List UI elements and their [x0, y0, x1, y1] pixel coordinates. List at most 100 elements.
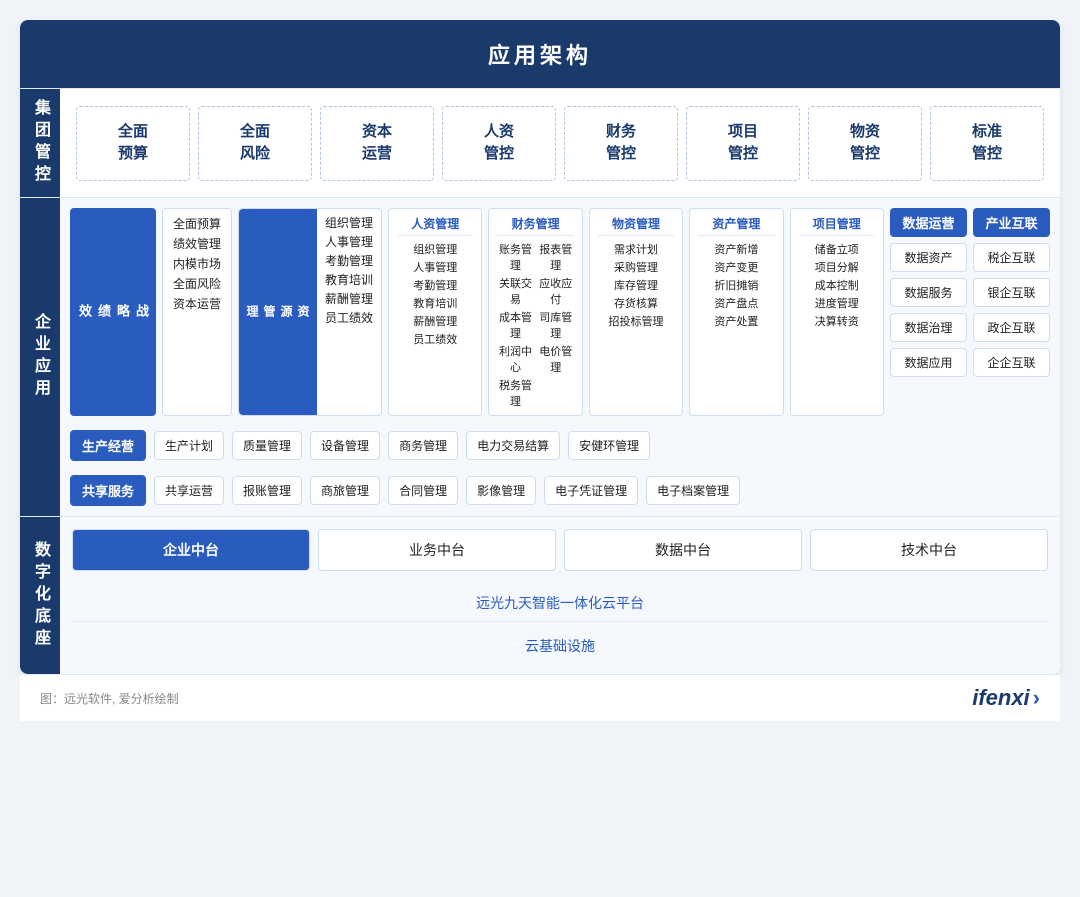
zl-item-4: 全面风险 — [173, 275, 221, 292]
caiwu-col2: 报表管理 应收应付 司库管理 电价管理 — [538, 241, 574, 409]
zichan-item-3: 折旧摊销 — [698, 277, 774, 293]
jituan-content: 全面预算 全面风险 资本运营 人资管控 财务管控 项目管控 物资管控 标准管控 — [60, 89, 1060, 197]
jt-item-8: 标准管控 — [930, 106, 1044, 181]
zichan-title: 资产管理 — [698, 215, 774, 236]
zy-item-4: 教育培训 — [325, 271, 373, 288]
side-blocks: 数据运营 产业互联 数据资产 税企互联 数据服务 银企互联 — [890, 208, 1050, 416]
jt-item-1: 全面预算 — [76, 106, 190, 181]
zl-item-2: 绩效管理 — [173, 235, 221, 252]
dz-link-1: 远光九天智能一体化云平台 — [72, 585, 1048, 622]
caiwu-c2-i4: 电价管理 — [538, 343, 574, 375]
jituan-label: 集团管控 — [20, 89, 60, 197]
chanye-header: 产业互联 — [973, 208, 1050, 237]
jt-item-4: 人资管控 — [442, 106, 556, 181]
qiye-inner: 战略绩效 全面预算 绩效管理 内模市场 全面风险 资本运营 资源管理 — [70, 208, 1050, 506]
zy-item-5: 薪酬管理 — [325, 290, 373, 307]
side-row-1: 数据资产 税企互联 — [890, 243, 1050, 272]
xiangmu-item-4: 进度管理 — [799, 295, 875, 311]
jt-item-2: 全面风险 — [198, 106, 312, 181]
page-wrapper: 应用架构 集团管控 全面预算 全面风险 资本运营 人资管控 财务管控 项目管控 … — [0, 0, 1080, 897]
zy-item-3: 考勤管理 — [325, 252, 373, 269]
gongxiang-row: 共享服务 共享运营 报账管理 商旅管理 合同管理 影像管理 电子凭证管理 电子档… — [70, 475, 1050, 506]
wuzi-items: 需求计划 采购管理 库存管理 存货核算 招投标管理 — [598, 241, 674, 329]
gongxiang-label: 共享服务 — [70, 475, 146, 506]
top-modules-row: 战略绩效 全面预算 绩效管理 内模市场 全面风险 资本运营 资源管理 — [70, 208, 1050, 416]
shuju-header: 数据运营 — [890, 208, 967, 237]
caiwu-c1-i1: 账务管理 — [497, 241, 533, 273]
ziyuan-block: 资源管理 组织管理 人事管理 考勤管理 教育培训 薪酬管理 员工绩效 — [238, 208, 382, 416]
zhanlve-block: 战略绩效 全面预算 绩效管理 内模市场 全面风险 资本运营 — [70, 208, 232, 416]
zichan-group: 资产管理 资产新增 资产变更 折旧摊销 资产盘点 资产处置 — [689, 208, 783, 416]
caiwu-title: 财务管理 — [497, 215, 573, 236]
caiwu-c2-i2: 应收应付 — [538, 275, 574, 307]
gx-item-2: 报账管理 — [232, 476, 302, 505]
side-row-2: 数据服务 银企互联 — [890, 278, 1050, 307]
shengchan-label: 生产经营 — [70, 430, 146, 461]
shuzi-label: 数字化底座 — [20, 517, 60, 674]
dz-link-2: 云基础设施 — [72, 630, 1048, 662]
shuju-item-3: 数据治理 — [890, 313, 967, 342]
jituan-section: 集团管控 全面预算 全面风险 资本运营 人资管控 财务管控 项目管控 物资管控 … — [20, 88, 1060, 197]
chanye-item-1: 税企互联 — [973, 243, 1050, 272]
jt-item-3: 资本运营 — [320, 106, 434, 181]
dz-platform-2: 业务中台 — [318, 529, 556, 571]
renzi-title: 人资管理 — [397, 215, 473, 236]
dz-platform-4: 技术中台 — [810, 529, 1048, 571]
zl-item-1: 全面预算 — [173, 215, 221, 232]
footer-note: 图：远光软件, 爱分析绘制 — [40, 690, 179, 707]
sc-item-1: 生产计划 — [154, 431, 224, 460]
caiwu-group: 财务管理 账务管理 关联交易 成本管理 利润中心 税务管理 — [488, 208, 582, 416]
caiwu-cols: 账务管理 关联交易 成本管理 利润中心 税务管理 报表管理 应收应付 司库管理 — [497, 241, 573, 409]
zl-item-5: 资本运营 — [173, 295, 221, 312]
wuzi-item-3: 库存管理 — [598, 277, 674, 293]
xiangmu-item-5: 决算转资 — [799, 313, 875, 329]
zichan-items: 资产新增 资产变更 折旧摊销 资产盘点 资产处置 — [698, 241, 774, 329]
xiangmu-group: 项目管理 储备立项 项目分解 成本控制 进度管理 决算转资 — [790, 208, 884, 416]
renzi-item-4: 教育培训 — [397, 295, 473, 311]
xiangmu-item-3: 成本控制 — [799, 277, 875, 293]
caiwu-c2-i3: 司库管理 — [538, 309, 574, 341]
sc-item-3: 设备管理 — [310, 431, 380, 460]
renzi-item-2: 人事管理 — [397, 259, 473, 275]
sc-item-2: 质量管理 — [232, 431, 302, 460]
wuzi-item-1: 需求计划 — [598, 241, 674, 257]
sc-item-4: 商务管理 — [388, 431, 458, 460]
sc-item-6: 安健环管理 — [568, 431, 650, 460]
zy-item-6: 员工绩效 — [325, 309, 373, 326]
jt-item-5: 财务管控 — [564, 106, 678, 181]
gx-item-6: 电子凭证管理 — [544, 476, 638, 505]
shuzi-section: 数字化底座 企业中台 业务中台 数据中台 技术中台 远光九天智能一体化云平台 云… — [20, 516, 1060, 674]
renzi-group: 人资管理 组织管理 人事管理 考勤管理 教育培训 薪酬管理 员工绩效 — [388, 208, 482, 416]
footer: 图：远光软件, 爱分析绘制 ifenxi › — [20, 674, 1060, 721]
caiwu-c1-i5: 税务管理 — [497, 377, 533, 409]
wuzi-title: 物资管理 — [598, 215, 674, 236]
zichan-item-1: 资产新增 — [698, 241, 774, 257]
wuzi-group: 物资管理 需求计划 采购管理 库存管理 存货核算 招投标管理 — [589, 208, 683, 416]
wuzi-item-4: 存货核算 — [598, 295, 674, 311]
dz-platform-3: 数据中台 — [564, 529, 802, 571]
chanye-item-2: 银企互联 — [973, 278, 1050, 307]
zichan-item-4: 资产盘点 — [698, 295, 774, 311]
gx-item-4: 合同管理 — [388, 476, 458, 505]
qiye-section: 企业应用 战略绩效 全面预算 绩效管理 内模市场 全面风险 — [20, 197, 1060, 516]
caiwu-col1: 账务管理 关联交易 成本管理 利润中心 税务管理 — [497, 241, 533, 409]
gx-item-5: 影像管理 — [466, 476, 536, 505]
xiangmu-items: 储备立项 项目分解 成本控制 进度管理 决算转资 — [799, 241, 875, 329]
ziyuan-items: 组织管理 人事管理 考勤管理 教育培训 薪酬管理 员工绩效 — [317, 209, 381, 415]
renzi-item-6: 员工绩效 — [397, 331, 473, 347]
xiangmu-item-1: 储备立项 — [799, 241, 875, 257]
zy-item-2: 人事管理 — [325, 233, 373, 250]
xiangmu-item-2: 项目分解 — [799, 259, 875, 275]
dz-platform-1: 企业中台 — [72, 529, 310, 571]
jt-item-7: 物资管控 — [808, 106, 922, 181]
main-card: 应用架构 集团管控 全面预算 全面风险 资本运营 人资管控 财务管控 项目管控 … — [20, 20, 1060, 674]
zl-item-3: 内模市场 — [173, 255, 221, 272]
caiwu-c2-i1: 报表管理 — [538, 241, 574, 273]
shuju-item-1: 数据资产 — [890, 243, 967, 272]
jt-item-6: 项目管控 — [686, 106, 800, 181]
xiangmu-title: 项目管理 — [799, 215, 875, 236]
side-header-row: 数据运营 产业互联 — [890, 208, 1050, 237]
footer-logo: ifenxi › — [972, 685, 1040, 711]
renzi-item-5: 薪酬管理 — [397, 313, 473, 329]
side-row-4: 数据应用 企企互联 — [890, 348, 1050, 377]
